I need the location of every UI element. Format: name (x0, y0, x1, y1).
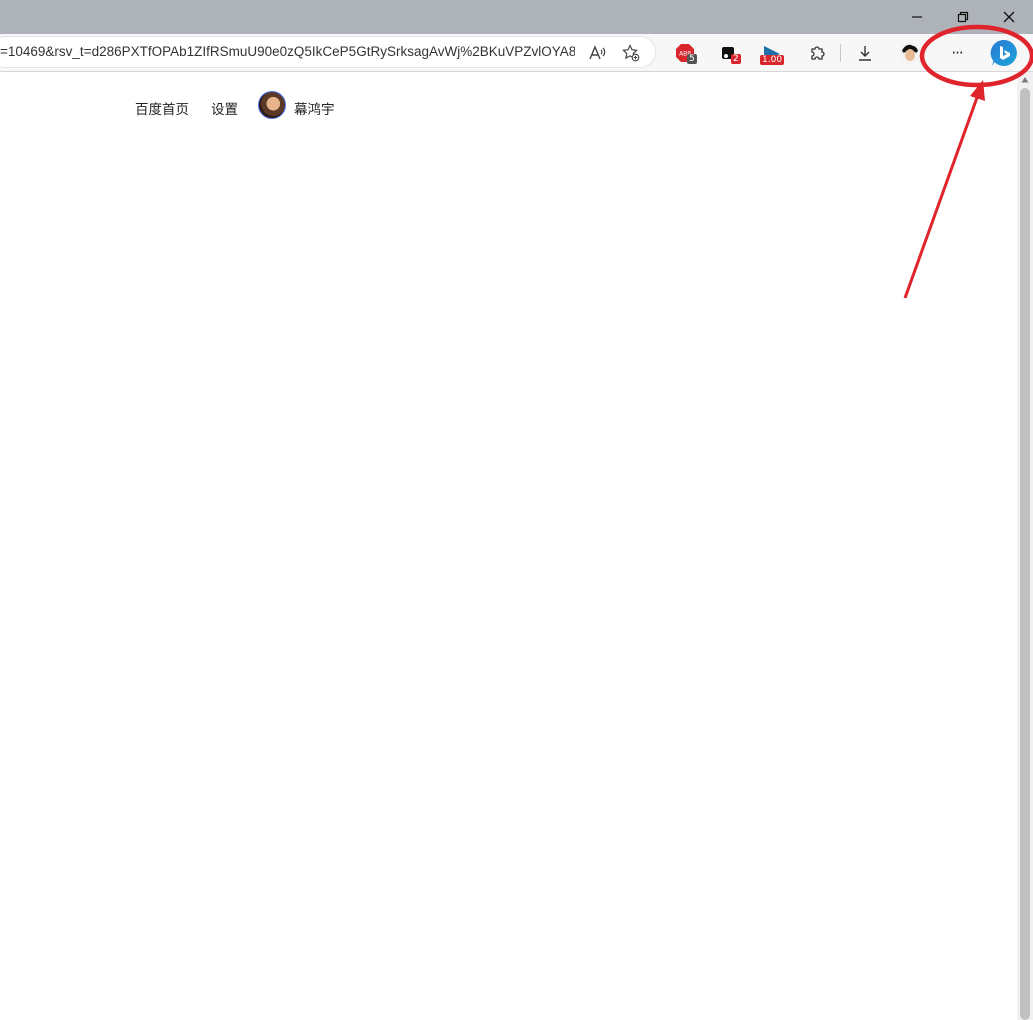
video-speed-badge: 1.00 (760, 55, 785, 65)
user-avatar[interactable] (258, 91, 286, 119)
extensions-button[interactable] (803, 39, 831, 67)
profile-button[interactable] (896, 39, 924, 67)
restore-button[interactable] (940, 0, 986, 34)
more-icon: ··· (951, 44, 963, 62)
scrollbar-thumb[interactable] (1020, 88, 1030, 1020)
video-speed-extension-button[interactable]: 1.00 (757, 39, 785, 67)
settings-link[interactable]: 设置 (211, 98, 238, 118)
favorite-star-add-icon (622, 44, 640, 62)
adblock-extension-button[interactable]: ABP 5 (671, 39, 699, 67)
settings-and-more-button[interactable]: ··· (943, 39, 971, 67)
username-link[interactable]: 幕鸿宇 (294, 98, 335, 118)
puzzle-icon (811, 46, 825, 60)
close-icon (1003, 11, 1015, 23)
extension-2-badge: 2 (731, 54, 741, 64)
address-url[interactable]: =10469&rsv_t=d286PXTfOPAb1ZIfRSmuU90e0zQ… (0, 44, 575, 59)
bing-chat-button[interactable] (988, 37, 1020, 69)
adblock-badge: 5 (687, 54, 697, 64)
baidu-home-link[interactable]: 百度首页 (135, 98, 189, 118)
minimize-icon (912, 16, 922, 18)
close-window-button[interactable] (986, 0, 1032, 34)
add-favorite-button[interactable] (620, 42, 642, 64)
read-aloud-icon (589, 45, 606, 60)
restore-icon (957, 11, 969, 23)
download-icon (859, 46, 871, 61)
address-bar[interactable]: =10469&rsv_t=d286PXTfOPAb1ZIfRSmuU90e0zQ… (0, 36, 656, 68)
scroll-up-arrow-icon[interactable] (1021, 76, 1029, 84)
read-aloud-button[interactable] (586, 42, 608, 64)
minimize-button[interactable] (894, 0, 940, 34)
title-bar (0, 0, 1033, 34)
profile-avatar-icon (899, 42, 921, 64)
downloads-button[interactable] (851, 39, 879, 67)
toolbar-separator (840, 44, 841, 62)
page-content: 百度首页 设置 幕鸿宇 (0, 72, 1017, 1020)
extension-2-button[interactable]: 2 (715, 39, 743, 67)
bing-icon (990, 39, 1017, 66)
browser-toolbar: =10469&rsv_t=d286PXTfOPAb1ZIfRSmuU90e0zQ… (0, 34, 1033, 72)
